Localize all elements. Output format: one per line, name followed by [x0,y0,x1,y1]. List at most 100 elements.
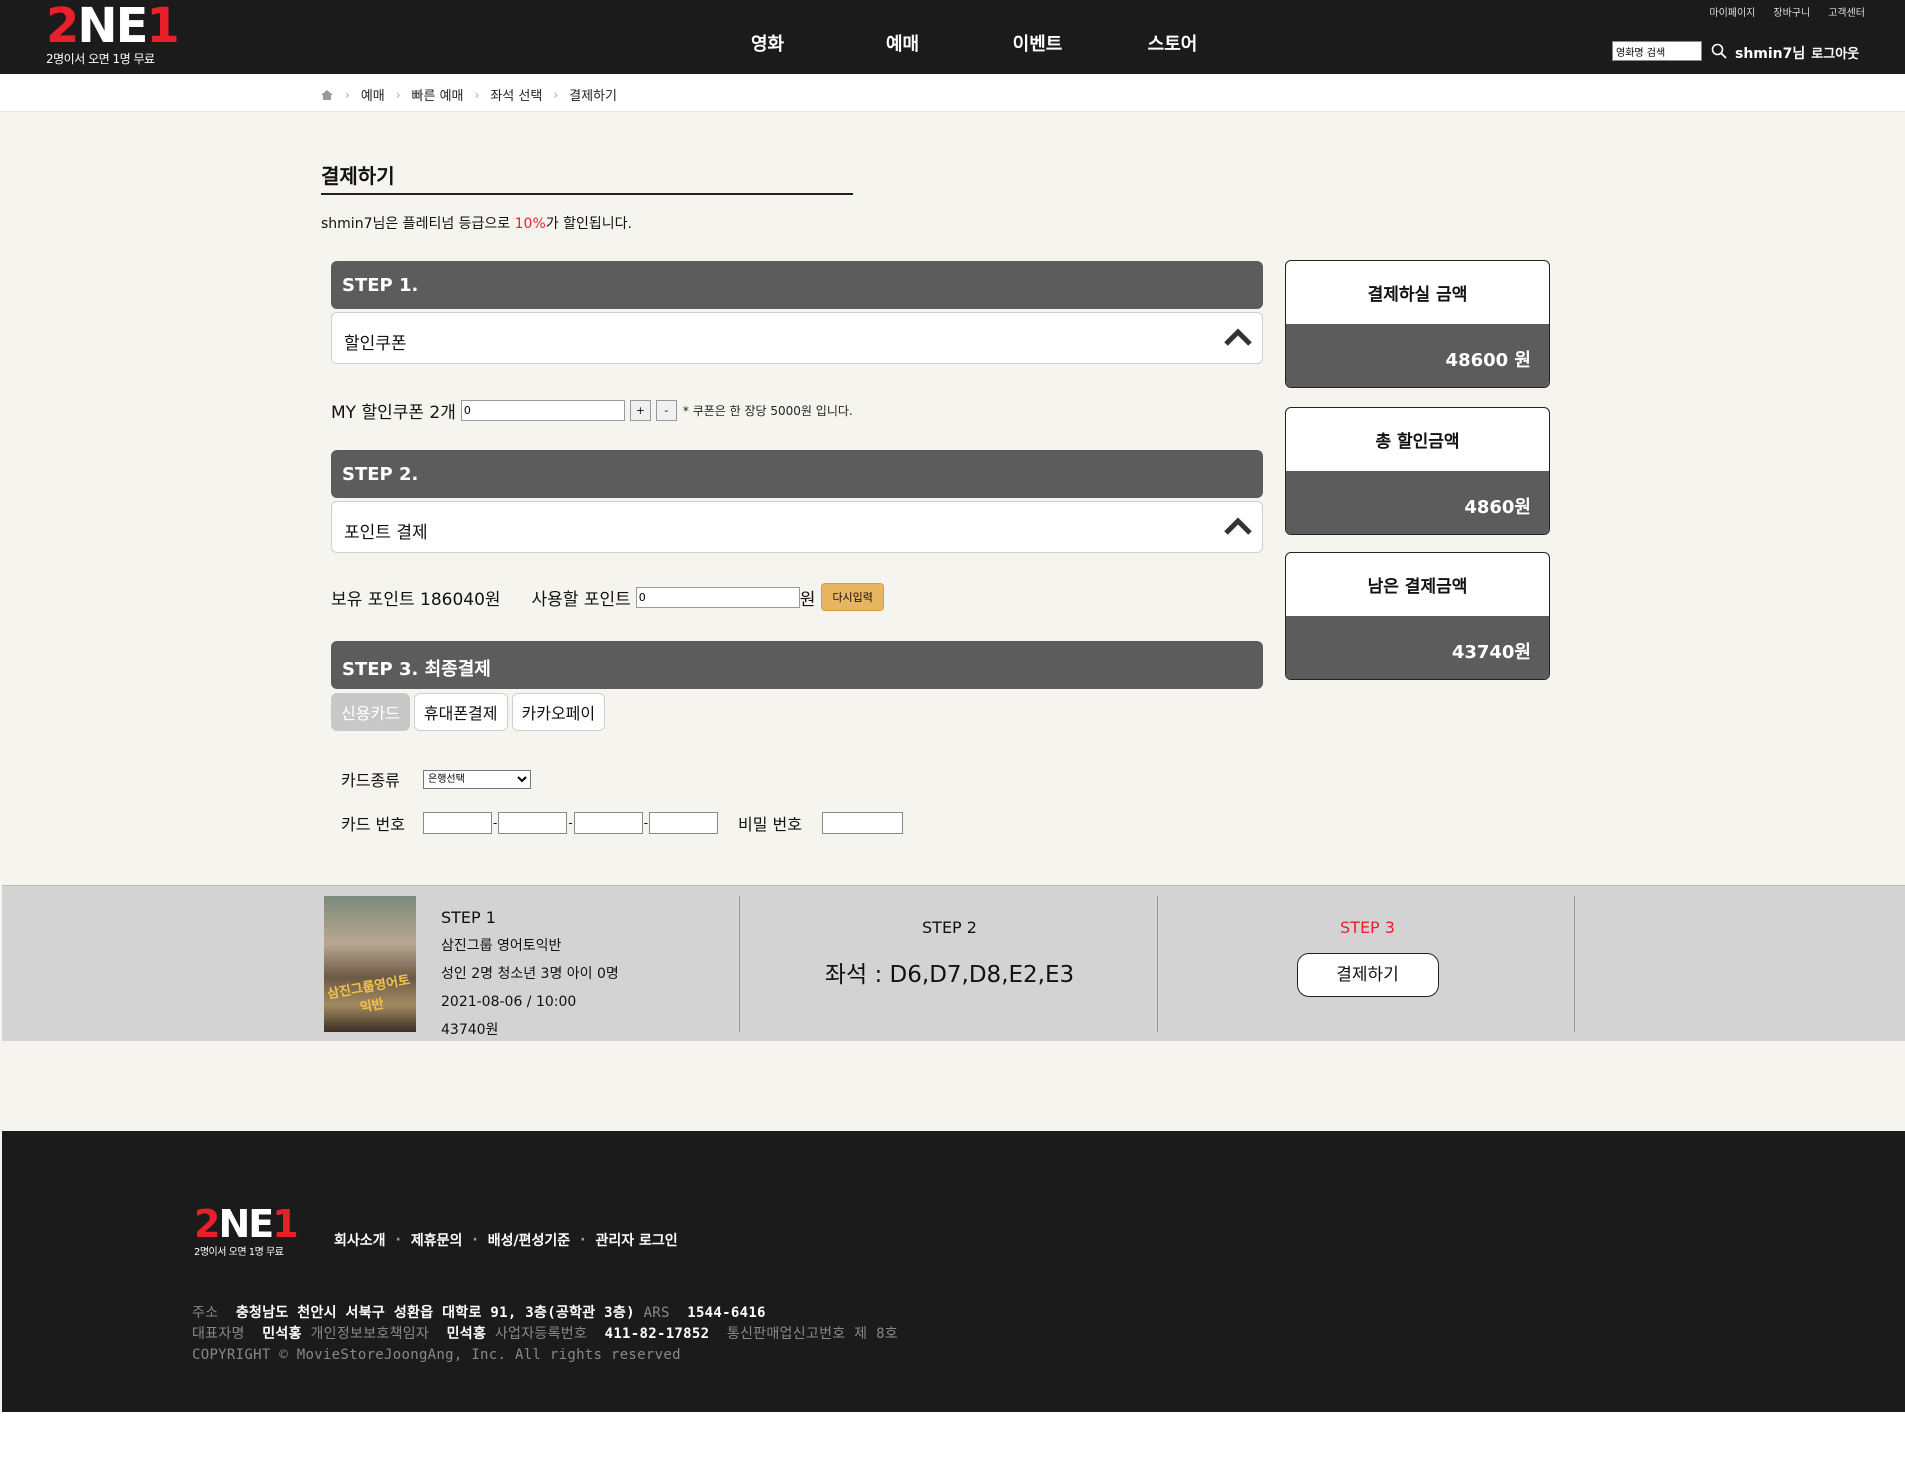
coupon-row: MY 할인쿠폰 2개 + - * 쿠폰은 한 장당 5000원 입니다. [331,398,853,423]
chevron-up-icon[interactable] [1224,326,1252,348]
logo-char: NE [77,0,148,54]
privacy-label: 개인정보보호책임자 [310,1326,430,1342]
card-form: 카드종류 은행선택 카드 번호 - - - 비밀 번호 [341,764,903,838]
step3-bar: STEP 3. 최종결제 [331,641,1263,689]
people-count: 성인 2명 청소년 3명 아이 0명 [441,966,619,982]
cart-link[interactable]: 장바구니 [1773,4,1810,19]
dot-separator: · [580,1232,586,1248]
password-label: 비밀 번호 [738,815,802,834]
movie-poster: 삼진그룹영어토익반 [324,896,416,1032]
breadcrumb-bar: › 예매 › 빠른 예매 › 좌석 선택 › 결제하기 [0,74,1905,112]
footer-link-partnership[interactable]: 제휴문의 [411,1230,463,1250]
tab-kakaopay[interactable]: 카카오페이 [511,693,606,731]
grade-msg-text: shmin7님은 플레티넘 등급으로 [321,216,515,232]
site-logo[interactable]: 2NE1 2명이서 오면 1명 무료 [46,2,186,66]
point-accordion-label: 포인트 결제 [344,523,428,543]
use-points-label: 사용할 포인트 [531,589,631,610]
card-number-field-4[interactable] [649,812,719,834]
coupon-accordion-label: 할인쿠폰 [344,334,407,354]
copyright: COPYRIGHT © MovieStoreJoongAng, Inc. All… [192,1347,681,1363]
footer-link-admin-login[interactable]: 관리자 로그인 [595,1230,677,1250]
footer-link-schedule-policy[interactable]: 배성/편성기준 [488,1230,570,1250]
ars-value: 1544-6416 [687,1305,766,1321]
user-name: shmin7님 [1735,46,1806,62]
card-type-select[interactable]: 은행선택 [423,769,531,789]
coupon-plus-button[interactable]: + [629,400,651,421]
ceo-label: 대표자명 [192,1326,245,1342]
nav-store[interactable]: 스토어 [1105,30,1240,56]
selected-seats: 좌석 : D6,D7,D8,E2,E3 [824,962,1075,988]
logo-char: 1 [272,1202,298,1246]
movie-search-input[interactable] [1612,41,1702,61]
card-number-field-2[interactable] [498,812,568,834]
addr-value: 충청남도 천안시 서북구 성환읍 대학로 91, 3층(공학관 3층) [235,1305,635,1321]
divider [1157,896,1158,1032]
won-unit: 원 [799,589,816,610]
step3-summary: STEP 3 결제하기 [1160,918,1575,997]
breadcrumb-reservation[interactable]: 예매 [361,85,385,104]
ticket-price: 43740원 [441,1022,499,1038]
breadcrumb-seat-select[interactable]: 좌석 선택 [490,85,542,104]
chevron-right-icon: › [553,87,559,102]
main-nav: 영화 예매 이벤트 스토어 [700,30,1240,56]
card-number-label: 카드 번호 [341,815,405,834]
final-pay-button[interactable]: 결제하기 [1296,953,1439,997]
dot-separator: · [472,1232,478,1248]
logo-tagline: 2명이서 오면 1명 무료 [194,1247,284,1258]
search-icon[interactable] [1711,43,1727,59]
coupon-minus-button[interactable]: - [655,400,677,421]
point-accordion[interactable]: 포인트 결제 [331,501,1263,553]
tab-mobile-payment[interactable]: 휴대폰결제 [413,693,508,731]
mypage-link[interactable]: 마이페이지 [1709,4,1755,19]
breadcrumb: › 예매 › 빠른 예매 › 좌석 선택 › 결제하기 [320,85,617,104]
logo-char: NE [218,1202,274,1246]
coupon-count-input[interactable] [460,400,625,421]
logo-char: 2 [194,1202,220,1246]
coupon-accordion[interactable]: 할인쿠폰 [331,312,1263,364]
footer-logo[interactable]: 2NE1 2명이서 오면 1명 무료 [194,1202,299,1258]
discount-percent: 10% [514,216,546,232]
breadcrumb-payment: 결제하기 [569,89,617,104]
breadcrumb-quick-reservation[interactable]: 빠른 예매 [412,85,464,104]
summary-value: 48600 원 [1286,324,1549,387]
summary-label: 결제하실 금액 [1367,285,1468,305]
dash-separator: - [568,816,573,830]
logo-char: 1 [146,0,179,54]
logo-char: 2 [46,0,79,54]
nav-reservation[interactable]: 예매 [835,30,970,56]
step2-bar: STEP 2. [331,450,1263,498]
card-number-field-1[interactable] [423,812,492,834]
dash-separator: - [643,816,649,830]
home-icon[interactable] [320,89,334,101]
biz-value: 411-82-17852 [604,1326,710,1342]
chevron-right-icon: › [395,87,401,102]
step2-heading: STEP 2 [922,918,977,937]
support-link[interactable]: 고객센터 [1828,4,1865,19]
chevron-up-icon[interactable] [1224,515,1252,537]
point-row: 보유 포인트 186040원 사용할 포인트 원 다시입력 [331,583,884,611]
tab-credit-card[interactable]: 신용카드 [331,693,410,731]
card-password-field[interactable] [822,812,903,834]
company-info: 주소 충청남도 천안시 서북구 성환읍 대학로 91, 3층(공학관 3층) A… [192,1303,898,1366]
grade-discount-message: shmin7님은 플레티넘 등급으로 10%가 할인됩니다. [321,213,632,233]
step2-summary: STEP 2 좌석 : D6,D7,D8,E2,E3 [742,918,1157,989]
booking-step-strip: 삼진그룹영어토익반 STEP 1 삼진그룹 영어토익반 성인 2명 청소년 3명… [2,885,1905,1041]
footer-link-about[interactable]: 회사소개 [334,1230,386,1250]
mail-order-number: 통신판매업신고번호 제 8호 [726,1326,898,1342]
step1-heading: STEP 1 [441,908,496,927]
privacy-value: 민석홍 [446,1326,487,1342]
logout-link[interactable]: 로그아웃 [1811,47,1859,62]
my-coupon-label: MY 할인쿠폰 2개 [331,403,456,423]
step1-bar: STEP 1. [331,261,1263,309]
grade-msg-text: 가 할인됩니다. [545,216,632,232]
dash-separator: - [493,816,498,830]
reset-points-button[interactable]: 다시입력 [821,583,884,611]
addr-label: 주소 [192,1305,219,1321]
card-type-label: 카드종류 [341,771,400,790]
nav-movie[interactable]: 영화 [700,30,835,56]
nav-event[interactable]: 이벤트 [970,30,1105,56]
chevron-right-icon: › [474,87,480,102]
card-number-field-3[interactable] [573,812,643,834]
ars-label: ARS [643,1305,670,1321]
use-points-input[interactable] [635,586,800,608]
